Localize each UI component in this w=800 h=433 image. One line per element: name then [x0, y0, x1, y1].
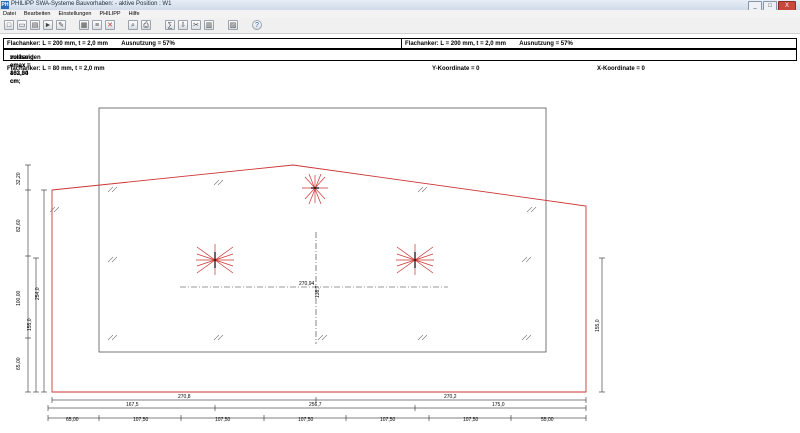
anchor-symbol-right	[396, 244, 434, 275]
bottom-dim-3a: 65,00	[66, 417, 79, 423]
bottom-dim-1b: 270,2	[444, 394, 457, 400]
bottom-dimension-lines	[47, 397, 587, 421]
left-dim-6: 65,00	[16, 357, 22, 370]
bottom-dim-2c: 175,0	[492, 402, 505, 408]
bottom-dim-3d: 107,50	[298, 417, 314, 423]
bottom-dim-3f: 107,50	[463, 417, 479, 423]
center-x-label: 270,94	[299, 281, 315, 287]
bottom-dim-3e: 107,50	[380, 417, 396, 423]
left-dim-1: 32,20	[16, 172, 22, 185]
right-dim: 155,0	[595, 319, 601, 332]
center-y-label: 138,7	[315, 285, 321, 298]
left-dimension-lines	[25, 164, 47, 393]
bottom-dim-3c: 107,50	[215, 417, 231, 423]
bottom-dim-2b: 256,7	[309, 402, 322, 408]
left-dim-2: 82,60	[16, 219, 22, 232]
left-dim-5: 155,0	[27, 318, 33, 331]
anchor-symbol-left	[196, 244, 234, 275]
bottom-dim-3g: 55,00	[541, 417, 554, 423]
drawing-canvas[interactable]: 270,94 138,7 32,20 82,60 100,00 254,0 15…	[0, 0, 800, 433]
bottom-dim-2a: 167,5	[126, 402, 139, 408]
left-dim-4: 254,0	[35, 287, 41, 300]
panel-outline	[98, 107, 547, 353]
bottom-dim-1a: 270,8	[178, 394, 191, 400]
bottom-dim-3b: 107,50	[133, 417, 149, 423]
hatch-marks	[49, 179, 537, 341]
anchor-symbol-top	[302, 173, 328, 205]
left-dim-3: 100,00	[16, 290, 22, 306]
